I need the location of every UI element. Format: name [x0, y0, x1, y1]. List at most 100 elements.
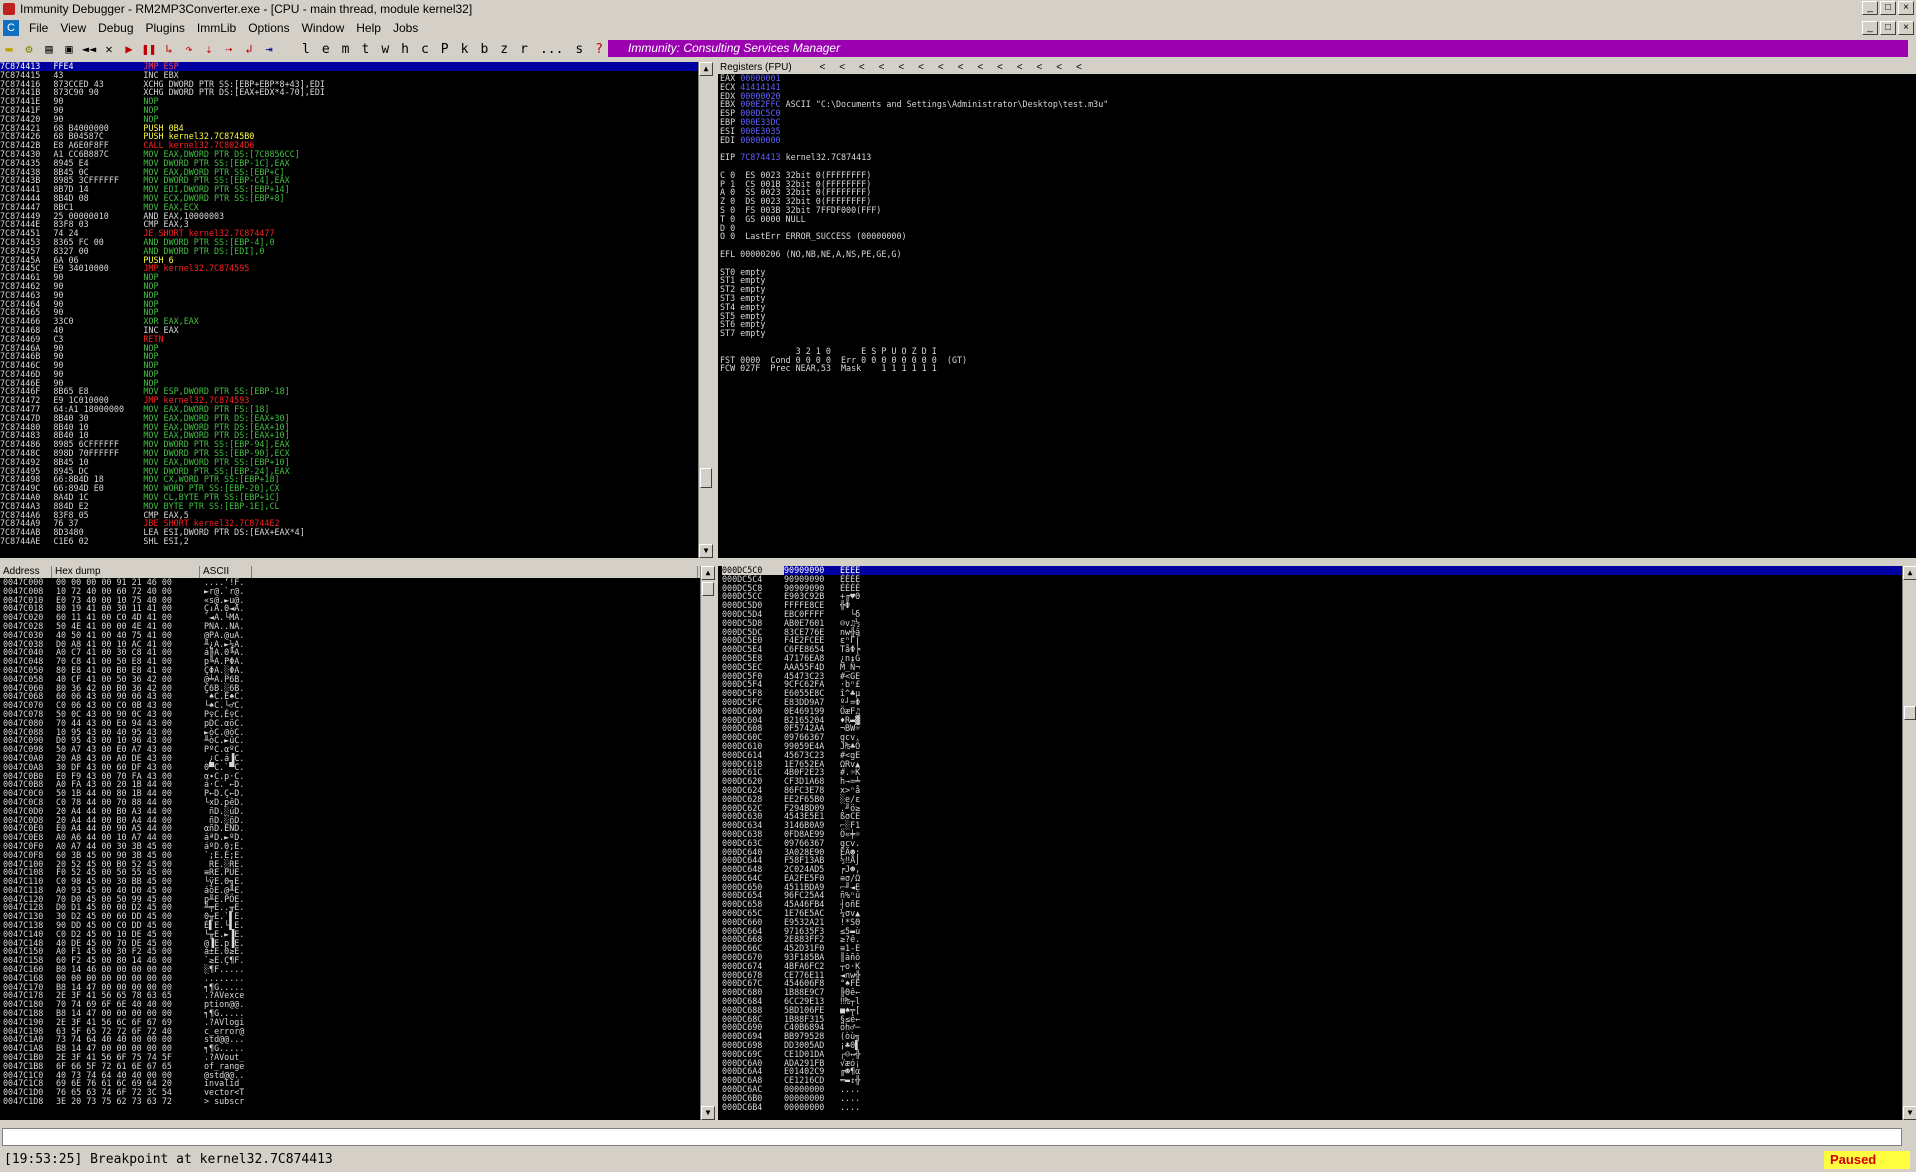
- register-row[interactable]: EBP 000E33DC: [720, 118, 1916, 127]
- trace-over-icon[interactable]: ⇢: [220, 40, 238, 58]
- disasm-row[interactable]: 7C87443B 8985 3CFFFFFF MOV DWORD PTR SS:[…: [0, 176, 698, 185]
- scroll-up-icon[interactable]: ▲: [1903, 566, 1916, 580]
- stack-row[interactable]: 000DC6AC 00000000....: [722, 1085, 1902, 1094]
- child-close-button[interactable]: ×: [1898, 21, 1914, 35]
- disasm-row[interactable]: 7C874462 90 NOP: [0, 282, 698, 291]
- stack-row[interactable]: 000DC6A8 CE1216CD ═▬↕╬: [722, 1076, 1902, 1085]
- disasm-row[interactable]: 7C874468 40 INC EAX: [0, 326, 698, 335]
- disassembly-scrollbar[interactable]: ▲ ▼: [698, 62, 714, 558]
- stack-row[interactable]: 000DC610 99059E4A J₧♣Ö: [722, 742, 1902, 751]
- registers-pane[interactable]: EAX 00000001 ECX 41414141 EDX 00000020 E…: [718, 74, 1916, 558]
- disasm-row[interactable]: 7C87446D 90 NOP: [0, 369, 698, 379]
- screen-icon[interactable]: ▣: [60, 40, 78, 58]
- toolbar-breakpoints-button[interactable]: b: [474, 42, 494, 57]
- disasm-row[interactable]: 7C874421 68 B4000000 PUSH 0B4: [0, 123, 698, 133]
- stack-row[interactable]: 000DC5F4 9CFC62FA ·bⁿ£: [722, 680, 1902, 689]
- stack-row[interactable]: 000DC680 1B88E9C7 ╟Θê←: [722, 988, 1902, 997]
- stack-row[interactable]: 000DC660 E9532A21 !*SΘ: [722, 917, 1902, 927]
- run-icon[interactable]: ▶: [120, 40, 138, 58]
- hex-dump-pane[interactable]: 0047C000 00 00 00 00 91 21 46 00 ....‘!F. 0…: [0, 578, 700, 1120]
- disasm-row[interactable]: 7C87445C E9 34010000 JMP kernel32.7C87459…: [0, 264, 698, 273]
- step-over-icon[interactable]: ↷: [180, 40, 198, 58]
- stack-row[interactable]: 000DC66C 452D31F0 ≡1-E: [722, 944, 1902, 953]
- stack-row[interactable]: 000DC628 EE2F65B0 ░e/ε: [722, 794, 1902, 804]
- stack-row[interactable]: 000DC6B4 00000000....: [722, 1102, 1902, 1112]
- fpu-row[interactable]: ST0 empty: [720, 267, 1916, 277]
- disasm-row[interactable]: 7C8744A3 884D E2 MOV BYTE PTR SS:[EBP-1E]…: [0, 501, 698, 511]
- dump-header-ascii[interactable]: ASCII: [200, 566, 252, 578]
- flag-row[interactable]: O 0 LastErr ERROR_SUCCESS (00000000): [720, 232, 1916, 241]
- toolbar-memory-button[interactable]: m: [336, 42, 356, 57]
- disasm-row[interactable]: 7C874495 8945 DC MOV DWORD PTR SS:[EBP-24…: [0, 466, 698, 476]
- step-into-icon[interactable]: ↳: [160, 40, 178, 58]
- stack-row[interactable]: 000DC5DC 83CE776E nw╬â: [722, 627, 1902, 637]
- scroll-up-icon[interactable]: ▲: [699, 62, 713, 76]
- disasm-row[interactable]: 7C87444E 83F8 03 CMP EAX,3: [0, 220, 698, 229]
- stack-row[interactable]: 000DC5C8 90909090 ÉÉÉÉ: [722, 583, 1902, 593]
- disasm-row[interactable]: 7C8744A6 83F8 05 CMP EAX,5: [0, 510, 698, 520]
- attach-icon[interactable]: ⚙: [20, 40, 38, 58]
- dump-row[interactable]: 0047C1D8 3E 20 73 75 62 73 63 72 > subscr: [3, 1097, 700, 1106]
- fpu-row[interactable]: ST7 empty: [720, 329, 1916, 338]
- toolbar-log-button[interactable]: l: [296, 42, 316, 57]
- disasm-row[interactable]: 7C87447D 8B40 30 MOV EAX,DWORD PTR DS:[EA…: [0, 413, 698, 423]
- stack-row[interactable]: 000DC604 B2165204 ♦R▬▓: [722, 715, 1902, 725]
- stack-row[interactable]: 000DC65C 1E76E5AC ¼σv▲: [722, 909, 1902, 918]
- stack-row[interactable]: 000DC60C 09766367 gcv.: [722, 733, 1902, 742]
- stack-row[interactable]: 000DC698 DD3005AD ¡♣0▌: [722, 1041, 1902, 1050]
- disasm-row[interactable]: 7C874492 8B45 10 MOV EAX,DWORD PTR SS:[EB…: [0, 457, 698, 467]
- minimize-button[interactable]: _: [1862, 1, 1878, 15]
- stack-row[interactable]: 000DC600 0E469199 ÖæF♫: [722, 706, 1902, 716]
- disasm-row[interactable]: 7C874413 FFE4 JMP ESP: [0, 62, 698, 71]
- menu-jobs[interactable]: Jobs: [387, 21, 424, 35]
- stack-row[interactable]: 000DC640 3A028E90 ÉÄ☻:: [722, 847, 1902, 857]
- disasm-row[interactable]: 7C874435 8945 E4 MOV DWORD PTR SS:[EBP-1C…: [0, 158, 698, 168]
- dump-header-hex[interactable]: Hex dump: [52, 566, 200, 578]
- stack-row[interactable]: 000DC650 4511BDA9 ⌐╜◄E: [722, 882, 1902, 892]
- python-shell-icon[interactable]: ▤: [40, 40, 58, 58]
- stack-row[interactable]: 000DC5E0 F4E2FCEE εⁿΓ⌠: [722, 636, 1902, 645]
- toolbar-source-button[interactable]: s: [569, 42, 589, 57]
- disasm-row[interactable]: 7C874461 90 NOP: [0, 273, 698, 282]
- fpu-row[interactable]: ST4 empty: [720, 302, 1916, 312]
- child-minimize-button[interactable]: _: [1862, 21, 1878, 35]
- stack-row[interactable]: 000DC694 BB979528 (òù╗: [722, 1032, 1902, 1041]
- rewind-icon[interactable]: ◄◄: [80, 40, 98, 58]
- stack-row[interactable]: 000DC63C 09766367 gcv.: [722, 838, 1902, 848]
- disassembly-pane[interactable]: 7C874413 FFE4 JMP ESP 7C874415 43 INC EBX 7C…: [0, 62, 698, 558]
- disasm-row[interactable]: 7C874469 C3 RETN: [0, 334, 698, 344]
- stack-row[interactable]: 000DC658 45A46FB4 ┤oñE: [722, 900, 1902, 909]
- child-restore-button[interactable]: □: [1880, 21, 1896, 35]
- goto-icon[interactable]: ⇥: [260, 40, 278, 58]
- stack-row[interactable]: 000DC6A0 ADA291FB √æó¡: [722, 1058, 1902, 1068]
- stack-scrollbar[interactable]: ▲ ▼: [1902, 566, 1916, 1120]
- disasm-row[interactable]: 7C87441B 873C90 90 XCHG DWORD PTR DS:[EAX…: [0, 88, 698, 97]
- fpu-row[interactable]: ST3 empty: [720, 294, 1916, 303]
- pause-icon[interactable]: ❚❚: [140, 40, 158, 58]
- disasm-row[interactable]: 7C874477 64:A1 18000000 MOV EAX,DWORD PTR…: [0, 405, 698, 414]
- stack-row[interactable]: 000DC67C 454606F8 °♠FE: [722, 979, 1902, 988]
- stack-row[interactable]: 000DC5F0 45473C23 #<GE: [722, 671, 1902, 681]
- close-button[interactable]: ×: [1898, 1, 1914, 15]
- toolbar-patches-button[interactable]: P: [435, 42, 455, 57]
- close-process-icon[interactable]: ✕: [100, 40, 118, 58]
- stack-row[interactable]: 000DC614 45673C23 #<gE: [722, 750, 1902, 760]
- stack-row[interactable]: 000DC5D8 AB0E7601 ☺v♫½: [722, 618, 1902, 628]
- disasm-row[interactable]: 7C8744A0 8A4D 1C MOV CL,BYTE PTR SS:[EBP+…: [0, 493, 698, 502]
- stack-row[interactable]: 000DC634 3146B0A9 ⌐░F1: [722, 821, 1902, 830]
- stack-row[interactable]: 000DC638 0FD8AE99 Ö«╪☼: [722, 830, 1902, 839]
- disasm-row[interactable]: 7C874430 A1 CC6B887C MOV EAX,DWORD PTR DS…: [0, 150, 698, 159]
- stack-row[interactable]: 000DC5C0 90909090 ÉÉÉÉ: [722, 566, 1902, 575]
- disasm-row[interactable]: 7C874451 74 24 JE SHORT kernel32.7C874477: [0, 229, 698, 238]
- disasm-row[interactable]: 7C87441E 90 NOP: [0, 97, 698, 106]
- stack-row[interactable]: 000DC5E8 47176EA8 ¿n↨G: [722, 654, 1902, 663]
- execute-till-return-icon[interactable]: ↲: [240, 40, 258, 58]
- disasm-row[interactable]: 7C874466 33C0 XOR EAX,EAX: [0, 317, 698, 326]
- scroll-down-icon[interactable]: ▼: [699, 544, 713, 558]
- stack-row[interactable]: 000DC5EC AAA55F4D M_Ñ¬: [722, 662, 1902, 672]
- disasm-row[interactable]: 7C874453 8365 FC 00 AND DWORD PTR SS:[EBP…: [0, 238, 698, 247]
- trace-into-icon[interactable]: ⇣: [200, 40, 218, 58]
- flag-row[interactable]: S 0 FS 003B 32bit 7FFDF000(FFF): [720, 206, 1916, 215]
- stack-row[interactable]: 000DC674 4BFA6FC2 ┬o·K: [722, 961, 1902, 971]
- stack-row[interactable]: 000DC68C 1B88F315 §≤ê←: [722, 1014, 1902, 1024]
